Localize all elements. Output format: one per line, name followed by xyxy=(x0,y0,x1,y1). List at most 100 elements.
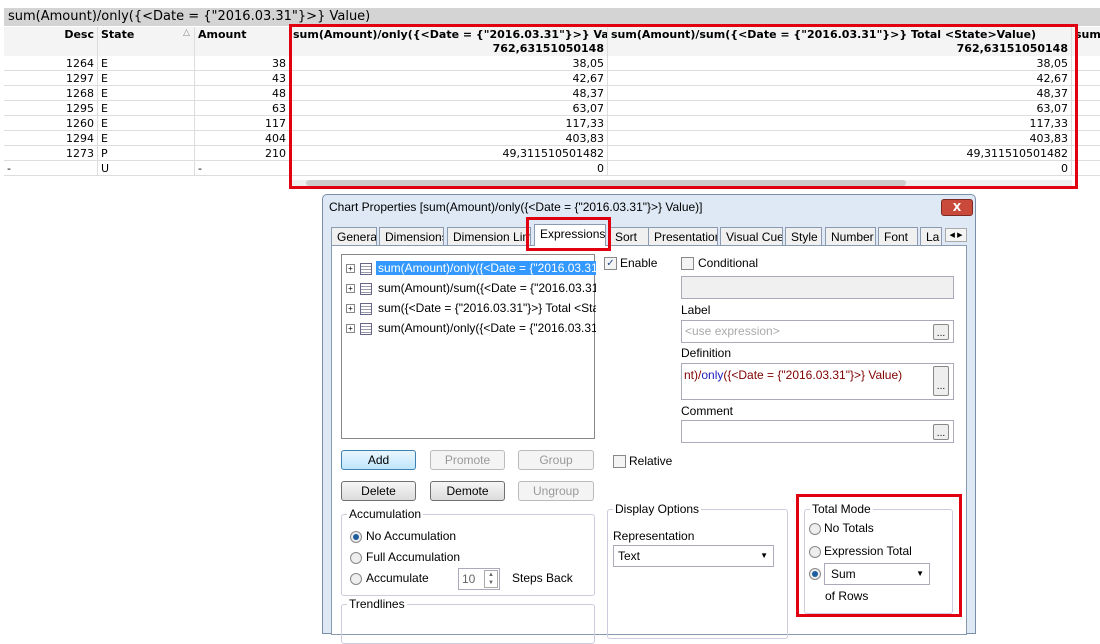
table-cell[interactable]: Amount xyxy=(195,27,290,42)
enable-checkbox[interactable]: ✓ xyxy=(604,257,617,270)
tab-font[interactable]: Font xyxy=(878,227,918,246)
table-icon xyxy=(360,262,372,275)
radio-accumulate[interactable] xyxy=(350,573,362,585)
expression-text: sum({<Date = {"2016.03.31"}>} Total <Sta… xyxy=(378,301,596,315)
tab-presentation[interactable]: Presentation xyxy=(648,227,718,246)
tab-number[interactable]: Number xyxy=(825,227,876,246)
radio-full-accumulation[interactable] xyxy=(350,552,362,564)
representation-value: Text xyxy=(618,549,641,563)
comment-input[interactable] xyxy=(681,420,954,443)
tab-la[interactable]: La xyxy=(920,227,942,246)
representation-dropdown[interactable]: Text xyxy=(613,545,774,567)
table-cell[interactable]: sum(Amount)/sum({<Date = {"2016.03.31"}>… xyxy=(608,27,1072,42)
table-cell: 117,33 xyxy=(290,116,608,131)
radio-expression-total[interactable] xyxy=(809,546,821,558)
comment-ellipsis-button[interactable]: ... xyxy=(933,424,949,440)
table-row: 1260 E 117 117,33 117,33 xyxy=(4,116,1100,131)
tab-sort[interactable]: Sort xyxy=(609,227,649,246)
full-accumulation-label: Full Accumulation xyxy=(366,550,461,564)
table-icon xyxy=(360,302,372,315)
table-icon xyxy=(360,282,372,295)
sum-dropdown[interactable]: Sum xyxy=(824,563,930,585)
ungroup-button[interactable]: Ungroup xyxy=(518,481,594,501)
tab-scroll-arrows[interactable]: ◀ ▶ xyxy=(945,228,967,242)
sum-value: Sum xyxy=(831,567,856,581)
table-cell: 403,83 xyxy=(608,131,1072,146)
steps-value: 10 xyxy=(462,572,476,586)
accumulation-title: Accumulation xyxy=(347,507,424,521)
expression-list-item[interactable]: + sum(Amount)/sum({<Date = {"2016.03.31"}… xyxy=(346,279,596,297)
table-cell: 1260 xyxy=(4,116,98,131)
close-button[interactable]: X xyxy=(941,199,973,216)
table-row: -U-00 xyxy=(4,161,1100,176)
table-cell[interactable]: sum( xyxy=(1072,27,1100,42)
table-header-row: Desc State Amount sum(Amount)/only({<Date =… xyxy=(4,27,1100,42)
expand-icon[interactable]: + xyxy=(346,304,355,314)
expression-list[interactable]: + sum(Amount)/only({<Date = {"2016.03.31"… xyxy=(341,254,596,439)
definition-rest: ({<Date = {"2016.03.31"}>} Value) xyxy=(723,368,903,382)
tab-dimensions[interactable]: Dimensions xyxy=(379,227,444,246)
table-cell[interactable]: Desc xyxy=(4,27,98,42)
table-cell: 49,311510501482 xyxy=(608,146,1072,161)
table-cell: 210 xyxy=(195,146,290,161)
definition-function: only xyxy=(701,368,724,382)
tab-style[interactable]: Style xyxy=(785,227,822,246)
table-cell: 762,63151050148 xyxy=(608,41,1072,56)
relative-checkbox[interactable] xyxy=(613,455,626,468)
accumulate-label: Accumulate xyxy=(366,571,429,585)
table-title: sum(Amount)/only({<Date = {"2016.03.31"}… xyxy=(4,8,1100,26)
table-cell: 0 xyxy=(290,161,608,176)
expand-icon[interactable]: + xyxy=(346,284,355,294)
expand-icon[interactable]: + xyxy=(346,324,355,334)
radio-no-accumulation[interactable] xyxy=(350,531,362,543)
dialog-title: Chart Properties [sum(Amount)/only({<Dat… xyxy=(329,200,703,214)
demote-button[interactable]: Demote xyxy=(430,481,505,501)
definition-input[interactable]: nt)/only({<Date = {"2016.03.31"}>} Value… xyxy=(681,363,954,400)
table-cell[interactable]: sum(Amount)/only({<Date = {"2016.03.31"}… xyxy=(290,27,608,42)
table-cell: P xyxy=(98,146,195,161)
table-cell: 48 xyxy=(195,86,290,101)
expression-list-item[interactable]: + sum(Amount)/only({<Date = {"2016.03.31"… xyxy=(346,259,596,277)
tab-general[interactable]: General xyxy=(331,227,377,246)
label-ellipsis-button[interactable]: ... xyxy=(933,324,949,340)
radio-sum-of-rows[interactable] xyxy=(809,568,821,580)
table-cell: 0 xyxy=(608,161,1072,176)
tab-expressions[interactable]: Expressions xyxy=(534,224,606,246)
conditional-input[interactable] xyxy=(681,276,954,299)
delete-button[interactable]: Delete xyxy=(341,481,416,501)
expression-list-item[interactable]: + sum(Amount)/only({<Date = {"2016.03.31"… xyxy=(346,319,596,337)
tab-dimension-limits[interactable]: Dimension Limits xyxy=(447,227,531,246)
table-cell[interactable]: State xyxy=(98,27,195,42)
label-field-label: Label xyxy=(681,303,711,317)
steps-spinner[interactable]: ▲ ▼ xyxy=(484,570,498,588)
label-input[interactable]: <use expression> xyxy=(681,320,954,343)
no-accumulation-label: No Accumulation xyxy=(366,529,457,543)
expression-list-item[interactable]: + sum({<Date = {"2016.03.31"}>} Total <St… xyxy=(346,299,596,317)
trendlines-title: Trendlines xyxy=(347,597,407,611)
expand-icon[interactable]: + xyxy=(346,264,355,274)
relative-label: Relative xyxy=(629,454,673,468)
table-cell: 63,07 xyxy=(608,101,1072,116)
steps-back-input[interactable]: 10 ▲ ▼ xyxy=(458,568,500,590)
chart-properties-dialog: Chart Properties [sum(Amount)/only({<Dat… xyxy=(322,194,976,644)
table-cell: 403,83 xyxy=(290,131,608,146)
scrollbar-thumb[interactable] xyxy=(306,180,906,186)
conditional-checkbox[interactable] xyxy=(681,257,694,270)
expression-text: sum(Amount)/only({<Date = {"2016.03.31"}… xyxy=(378,321,596,335)
horizontal-scrollbar[interactable] xyxy=(292,180,1072,186)
table-cell: E xyxy=(98,71,195,86)
table-row: 1268 E 48 48,37 48,37 xyxy=(4,86,1100,101)
table-cell: - xyxy=(195,161,290,176)
tab-visual-cues[interactable]: Visual Cues xyxy=(720,227,783,246)
group-button[interactable]: Group xyxy=(518,450,594,470)
table-cell: 38,05 xyxy=(608,56,1072,71)
table-row: 1264 E 38 38,05 38,05 xyxy=(4,56,1100,71)
conditional-label: Conditional xyxy=(698,256,759,270)
table-cell: E xyxy=(98,56,195,71)
promote-button[interactable]: Promote xyxy=(430,450,505,470)
radio-no-totals[interactable] xyxy=(809,523,821,535)
definition-ellipsis-button[interactable]: ... xyxy=(933,366,949,396)
add-button[interactable]: Add xyxy=(341,450,416,470)
steps-back-label: Steps Back xyxy=(512,571,573,585)
table-cell: 49,311510501482 xyxy=(290,146,608,161)
